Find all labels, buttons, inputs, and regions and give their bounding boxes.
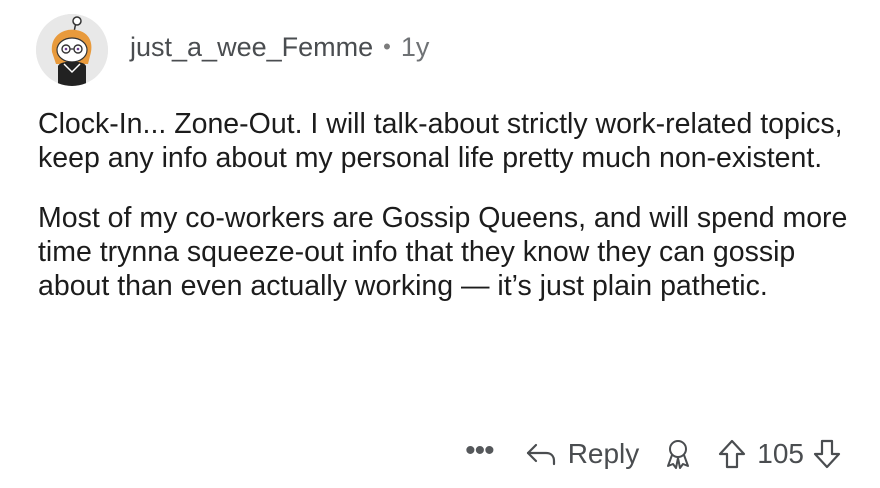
comment: just_a_wee_Femme • 1y Clock-In... Zone-O… [0,0,880,488]
vote-count: 105 [757,438,804,469]
downvote-icon[interactable] [812,438,842,470]
reply-button[interactable]: Reply [524,438,640,470]
reply-arrow-icon [526,443,555,466]
comment-actions: ••• Reply 105 [465,430,842,478]
comment-age: 1y [400,31,430,62]
comment-meta: just_a_wee_Femme • 1y [130,32,429,63]
meta-separator: • [383,34,391,59]
comment-body: Clock-In... Zone-Out. I will talk-about … [38,107,858,329]
avatar-illustration-icon [36,14,108,86]
reply-label: Reply [567,438,640,469]
comment-paragraph: Most of my co-workers are Gossip Queens,… [38,202,848,302]
comment-header: just_a_wee_Femme • 1y [36,14,429,86]
award-icon [667,440,690,469]
username[interactable]: just_a_wee_Femme [130,32,373,63]
vote-controls: 105 [717,438,842,470]
more-options-button[interactable]: ••• [465,436,494,466]
comment-paragraph: Clock-In... Zone-Out. I will talk-about … [38,108,843,174]
upvote-icon[interactable] [717,438,747,470]
award-button[interactable] [663,438,693,470]
user-avatar[interactable] [36,14,108,86]
